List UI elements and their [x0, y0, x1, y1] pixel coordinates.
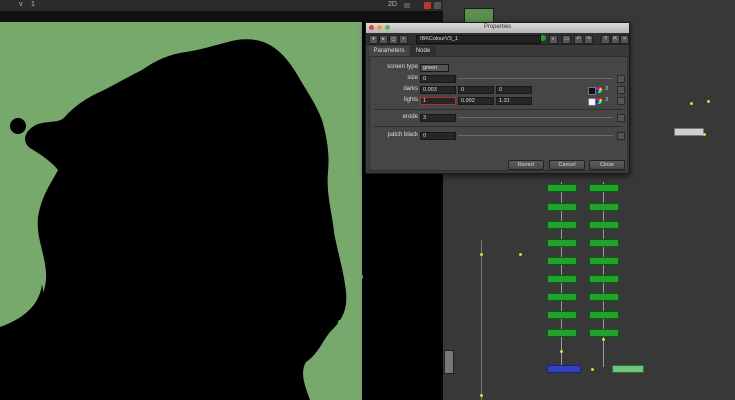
darks-color-wheel-icon[interactable] [596, 87, 602, 93]
collapse-icon[interactable]: ▾ [369, 35, 378, 44]
lights-swatch[interactable] [588, 98, 596, 106]
blur-node[interactable] [547, 239, 577, 247]
viewer-frame[interactable]: 1 [31, 1, 35, 8]
blur-node[interactable] [589, 329, 619, 337]
float-panel-icon[interactable]: ⇱ [611, 35, 620, 44]
dot-node[interactable] [591, 368, 594, 371]
screen-type-label: screen type [386, 64, 418, 70]
merge-node[interactable] [674, 128, 704, 136]
backdrop-handle[interactable] [444, 350, 454, 374]
blur-node[interactable] [547, 275, 577, 283]
divider [374, 109, 623, 110]
size-slider[interactable] [458, 78, 613, 79]
patch-black-field[interactable]: 0 [420, 132, 456, 140]
lights-label: lights [403, 97, 418, 103]
lights-animation-button[interactable] [617, 97, 625, 105]
divider [374, 126, 623, 127]
revert-button[interactable]: Revert [508, 160, 544, 170]
blur-node[interactable] [547, 221, 577, 229]
dot-node[interactable] [602, 338, 605, 341]
viewer-input[interactable]: v [19, 1, 23, 8]
blur-node[interactable] [547, 184, 577, 192]
lights-g-field[interactable]: 0.992 [458, 97, 494, 105]
erode-field[interactable]: 3 [420, 114, 456, 122]
cancel-button[interactable]: Cancel [549, 160, 585, 170]
darks-g-field[interactable]: 0 [458, 86, 494, 94]
darks-r-field[interactable]: 0.003 [420, 86, 456, 94]
pipe [481, 240, 482, 400]
darks-channel-count[interactable]: 3 [605, 86, 608, 92]
properties-title: Properties [483, 24, 512, 30]
blur-node[interactable] [589, 293, 619, 301]
tab-node[interactable]: Node [410, 46, 436, 56]
patch-black-animation-button[interactable] [617, 132, 625, 140]
darks-label: darks [403, 86, 418, 92]
node-icon[interactable]: ▪ [399, 35, 408, 44]
dot-node[interactable] [690, 102, 693, 105]
viewer-icon[interactable]: ▸ [379, 35, 388, 44]
hair-clip-silhouette [10, 118, 26, 134]
blur-node[interactable] [547, 311, 577, 319]
dot-node[interactable] [480, 394, 483, 397]
tab-parameters[interactable]: Parameters [369, 46, 409, 56]
color-wheel-icon[interactable]: ◐ [549, 35, 558, 44]
blur-node[interactable] [589, 184, 619, 192]
screen-type-dropdown[interactable]: green [420, 64, 449, 72]
blur-node[interactable] [589, 203, 619, 211]
settings-icon[interactable] [434, 2, 441, 9]
parameters-panel: screen type green size 0 darks 0.003 0 0… [369, 56, 628, 171]
node-name-field[interactable]: IBKColourV3_1 [416, 35, 541, 44]
blur-node[interactable] [589, 239, 619, 247]
ibk-gizmo-node[interactable] [547, 365, 581, 373]
blur-node[interactable] [547, 293, 577, 301]
blur-node[interactable] [547, 257, 577, 265]
blur-node[interactable] [589, 257, 619, 265]
view-mode-select[interactable]: 2D [388, 1, 397, 8]
size-field[interactable]: 0 [420, 75, 456, 83]
lock-icon[interactable]: ▭ [562, 35, 571, 44]
properties-window: Properties ▾ ▸ ◻ ▪ ◐ ▭ ↶ ↷ ? ⇱ × IBKColo… [365, 22, 630, 174]
matte-speck [357, 274, 363, 280]
dot-node[interactable] [707, 100, 710, 103]
copy-node[interactable] [612, 365, 644, 373]
darks-b-field[interactable]: 0 [496, 86, 532, 94]
redo-icon[interactable]: ↷ [584, 35, 593, 44]
darks-swatch[interactable] [588, 87, 596, 95]
dropdown-icon[interactable] [404, 3, 410, 8]
erode-animation-button[interactable] [617, 114, 625, 122]
float-icon[interactable]: ◻ [389, 35, 398, 44]
pause-icon[interactable] [424, 2, 431, 9]
properties-titlebar[interactable]: Properties [366, 23, 629, 33]
roi-boundary [361, 22, 362, 400]
matte-speck [338, 320, 342, 324]
dot-node[interactable] [560, 350, 563, 353]
patch-black-slider[interactable] [458, 135, 613, 136]
lights-color-wheel-icon[interactable] [596, 98, 602, 104]
lights-channel-count[interactable]: 3 [605, 97, 608, 103]
dot-node[interactable] [703, 133, 706, 136]
viewer-info-strip [0, 11, 443, 22]
size-animation-button[interactable] [617, 75, 625, 83]
close-button[interactable]: Close [589, 160, 625, 170]
blur-node[interactable] [589, 275, 619, 283]
blur-node[interactable] [547, 329, 577, 337]
dot-node[interactable] [519, 253, 522, 256]
lights-r-field[interactable]: 1 [420, 97, 456, 105]
patch-black-label: patch black [387, 132, 418, 138]
lights-b-field[interactable]: 1.31 [496, 97, 532, 105]
erode-slider[interactable] [458, 117, 613, 118]
dot-node[interactable] [480, 253, 483, 256]
blur-node[interactable] [589, 311, 619, 319]
help-icon[interactable]: ? [601, 35, 610, 44]
undo-icon[interactable]: ↶ [574, 35, 583, 44]
erode-label: erode [402, 114, 418, 120]
blur-node[interactable] [547, 203, 577, 211]
blur-node[interactable] [589, 221, 619, 229]
size-label: size [407, 75, 418, 81]
darks-animation-button[interactable] [617, 86, 625, 94]
close-panel-icon[interactable]: × [620, 35, 629, 44]
